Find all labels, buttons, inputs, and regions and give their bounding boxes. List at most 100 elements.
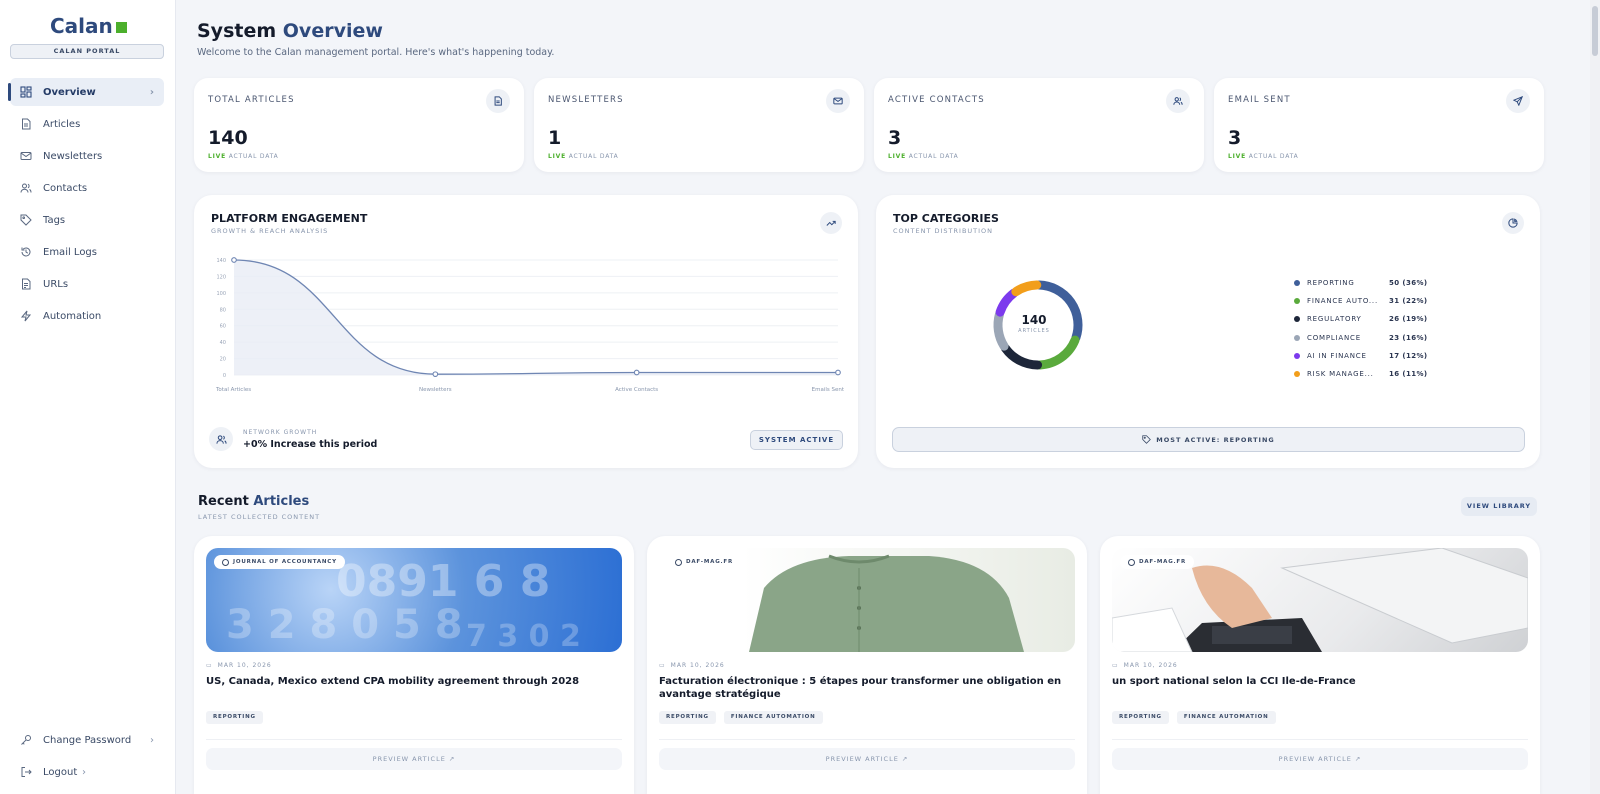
data-point — [633, 369, 640, 376]
sidebar-item-tags[interactable]: Tags — [10, 206, 164, 234]
sidebar-item-newsletters[interactable]: Newsletters — [10, 142, 164, 170]
engagement-chart: 0 20 40 60 80 100 120 140 Total Articles Newslett… — [215, 257, 845, 393]
view-library-button[interactable]: VIEW LIBRARY — [1461, 497, 1537, 516]
legend-label: COMPLIANCE — [1307, 333, 1361, 342]
sidebar-item-email-logs[interactable]: Email Logs — [10, 238, 164, 266]
category-legend: REPORTING 50 (36%) FINANCE AUTO... 31 (22%)… — [1294, 274, 1514, 383]
top-categories-panel: TOP CATEGORIES CONTENT DISTRIBUTION 140 … — [876, 195, 1540, 468]
preview-article-button[interactable]: PREVIEW ARTICLE ↗ — [206, 748, 622, 770]
series-area — [234, 260, 838, 375]
mail-icon — [19, 149, 33, 163]
article-title[interactable]: Facturation électronique : 5 étapes pour… — [659, 676, 1069, 701]
divider — [659, 739, 1075, 740]
sidebar-item-label: Articles — [43, 118, 81, 130]
network-growth-value: +0% Increase this period — [243, 439, 378, 450]
donut-center-label: ARTICLES — [1018, 328, 1050, 334]
live-indicator: LIVE — [548, 153, 566, 160]
logout-button[interactable]: Logout › — [10, 758, 164, 786]
tag-chip[interactable]: FINANCE AUTOMATION — [723, 711, 823, 724]
arrow-up-right-icon: ↗ — [1354, 755, 1362, 763]
sidebar-item-contacts[interactable]: Contacts — [10, 174, 164, 202]
page-subtitle: Welcome to the Calan management portal. … — [197, 47, 555, 58]
users-icon — [209, 427, 233, 451]
most-active-button[interactable]: MOST ACTIVE: REPORTING — [892, 427, 1525, 452]
sidebar-item-articles[interactable]: Articles — [10, 110, 164, 138]
network-growth-label: NETWORK GROWTH — [243, 429, 318, 436]
data-point — [835, 369, 841, 376]
stat-label: NEWSLETTERS — [548, 95, 624, 105]
legend-dot — [1294, 280, 1300, 287]
legend-label: RISK MANAGE... — [1307, 370, 1374, 379]
calendar-icon: ▭ — [206, 662, 213, 669]
panel-title: PLATFORM ENGAGEMENT — [211, 212, 368, 225]
button-label: PREVIEW ARTICLE — [825, 755, 899, 763]
send-icon — [1506, 89, 1530, 113]
button-label: PREVIEW ARTICLE — [1278, 755, 1352, 763]
legend-dot — [1294, 352, 1300, 359]
globe-icon — [222, 558, 229, 566]
stat-footnote: LIVE ACTUAL DATA — [888, 153, 959, 160]
button-label: PREVIEW ARTICLE — [372, 755, 446, 763]
tag-chip[interactable]: REPORTING — [1112, 711, 1169, 724]
y-tick-label: 20 — [220, 357, 226, 363]
sidebar: Calan CALAN PORTAL Overview › Articles N… — [0, 0, 176, 794]
tag-chip[interactable]: REPORTING — [206, 711, 263, 724]
arrow-up-right-icon: ↗ — [901, 755, 909, 763]
sidebar-item-label: Overview — [43, 86, 96, 98]
chevron-right-icon: › — [150, 734, 154, 746]
stat-value: 1 — [548, 127, 562, 149]
stat-card-active-contacts[interactable]: ACTIVE CONTACTS 3 LIVE ACTUAL DATA — [874, 78, 1204, 172]
legend-value: 26 (19%) — [1389, 315, 1428, 324]
mail-icon — [826, 89, 850, 113]
sidebar-item-automation[interactable]: Automation — [10, 302, 164, 330]
x-tick-label: Newsletters — [419, 387, 452, 393]
sidebar-item-label: Newsletters — [43, 150, 103, 162]
trending-up-icon[interactable] — [820, 212, 842, 234]
page-title: System Overview — [197, 20, 383, 42]
article-title[interactable]: US, Canada, Mexico extend CPA mobility a… — [206, 676, 616, 689]
chevron-right-icon: › — [149, 86, 154, 98]
live-indicator: LIVE — [208, 153, 226, 160]
donut-slice — [1011, 280, 1042, 297]
stat-foot-text: ACTUAL DATA — [1248, 153, 1299, 160]
grid-icon — [19, 85, 33, 99]
tag-chip[interactable]: REPORTING — [659, 711, 716, 724]
stat-footnote: LIVE ACTUAL DATA — [1228, 153, 1299, 160]
stat-card-total-articles[interactable]: TOTAL ARTICLES 140 LIVE ACTUAL DATA — [194, 78, 524, 172]
sidebar-item-overview[interactable]: Overview › — [8, 78, 164, 106]
logout-icon — [19, 765, 33, 779]
donut-slice — [995, 288, 1019, 317]
calendar-icon: ▭ — [1112, 662, 1119, 669]
logo-mark — [115, 22, 127, 33]
calendar-icon: ▭ — [659, 662, 666, 669]
stat-card-newsletters[interactable]: NEWSLETTERS 1 LIVE ACTUAL DATA — [534, 78, 864, 172]
article-card[interactable]: DAF-MAG.FR ▭ MAR 10, 2026 Facturation éle… — [647, 536, 1087, 794]
scrollbar-thumb[interactable] — [1592, 6, 1598, 56]
source-badge: DAF-MAG.FR — [667, 555, 742, 569]
article-card[interactable]: DAF-MAG.FR ▭ MAR 10, 2026 un sport nation… — [1100, 536, 1540, 794]
article-card[interactable]: 0891 6 8 3 2 8 0 5 8 7 3 0 2 JOURNAL OF … — [194, 536, 634, 794]
change-password-button[interactable]: Change Password › — [10, 726, 164, 754]
stat-card-email-sent[interactable]: EMAIL SENT 3 LIVE ACTUAL DATA — [1214, 78, 1544, 172]
stat-label: ACTIVE CONTACTS — [888, 95, 985, 105]
panel-subtitle: GROWTH & REACH ANALYSIS — [211, 227, 329, 235]
legend-item: FINANCE AUTO... 31 (22%) — [1294, 292, 1514, 310]
pie-chart-icon[interactable] — [1502, 212, 1524, 234]
preview-article-button[interactable]: PREVIEW ARTICLE ↗ — [659, 748, 1075, 770]
sidebar-item-urls[interactable]: URLs — [10, 270, 164, 298]
preview-article-button[interactable]: PREVIEW ARTICLE ↗ — [1112, 748, 1528, 770]
scrollbar[interactable] — [1590, 0, 1600, 794]
x-tick-label: Emails Sent — [812, 387, 845, 393]
article-title[interactable]: un sport national selon la CCI Ile-de-Fr… — [1112, 676, 1522, 689]
system-active-button[interactable]: SYSTEM ACTIVE — [750, 430, 843, 450]
sidebar-item-label: Change Password — [43, 734, 132, 746]
sidebar-item-label: Tags — [43, 214, 66, 226]
panel-title: TOP CATEGORIES — [893, 212, 999, 225]
logo[interactable]: Calan — [50, 14, 127, 38]
tag-chip[interactable]: FINANCE AUTOMATION — [1176, 711, 1276, 724]
donut-slice — [1035, 335, 1080, 370]
legend-value: 16 (11%) — [1389, 370, 1428, 379]
legend-value: 17 (12%) — [1389, 351, 1428, 360]
y-tick-label: 140 — [216, 258, 226, 264]
stat-footnote: LIVE ACTUAL DATA — [208, 153, 279, 160]
